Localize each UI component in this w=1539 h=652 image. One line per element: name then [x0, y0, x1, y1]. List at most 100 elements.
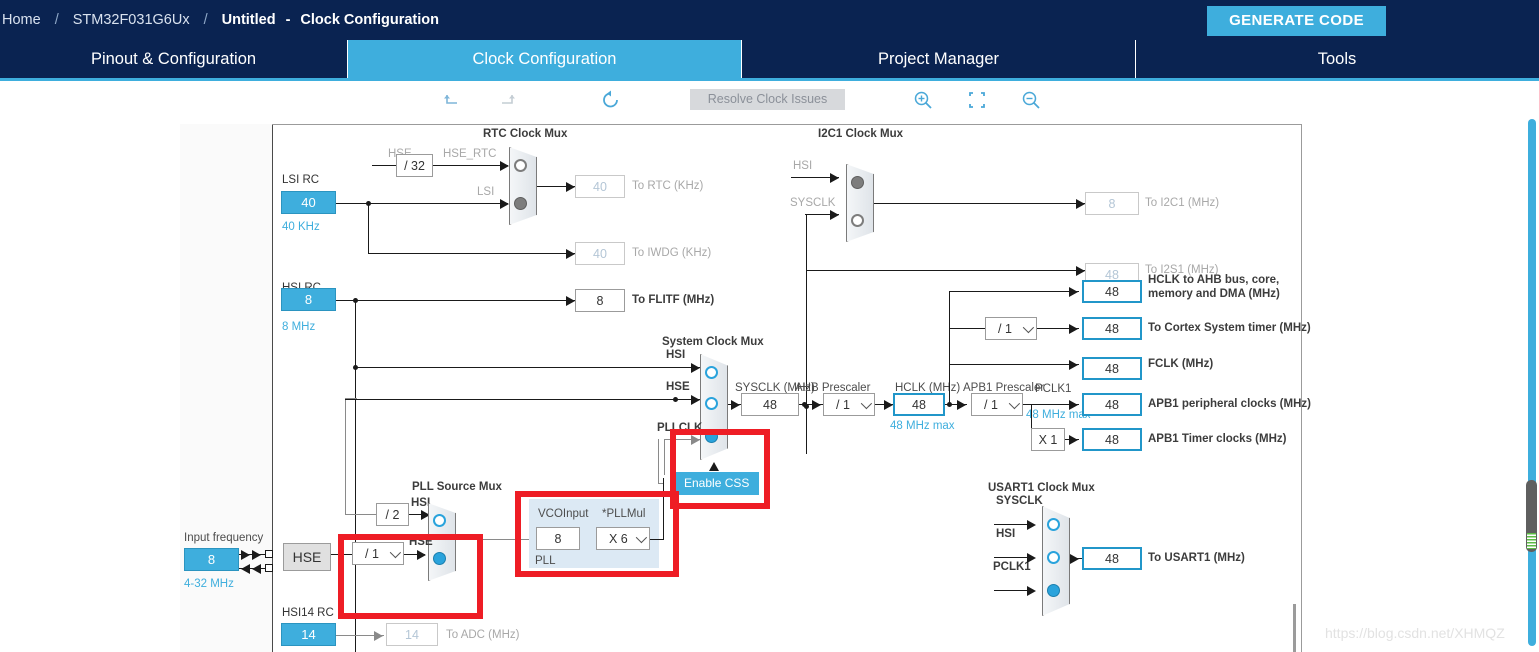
source-value-hsi-rc[interactable]: 8	[281, 288, 336, 311]
arrow	[417, 550, 426, 560]
mux-pll-source-option-hse[interactable]	[433, 552, 446, 565]
breadcrumb-view: Clock Configuration	[300, 12, 439, 28]
clock-box-sysclk[interactable]: 48	[741, 393, 799, 416]
output-box-apb1-timer[interactable]: 48	[1082, 428, 1142, 451]
clock-max-pclk1: 48 MHz max	[1026, 409, 1091, 421]
wire	[664, 439, 665, 475]
arrow	[1070, 554, 1079, 564]
mux-rtc-option-hse-rtc[interactable]	[514, 159, 527, 172]
tab-clock-configuration[interactable]: Clock Configuration	[348, 40, 742, 78]
arrow-up	[709, 462, 719, 471]
output-box-apb1-periph[interactable]: 48	[1082, 393, 1142, 416]
arrow	[500, 199, 509, 209]
breadcrumb-device[interactable]: STM32F031G6Ux	[73, 12, 190, 28]
mux-usart1-option-sysclk[interactable]	[1047, 518, 1060, 531]
mux-system-option-pllclk[interactable]	[705, 430, 718, 443]
output-label-to-flitf: To FLITF (MHz)	[632, 294, 715, 306]
mux-i2c1-option-hsi[interactable]	[851, 176, 864, 189]
output-box-to-flitf[interactable]: 8	[575, 289, 625, 312]
hse-source-box[interactable]: HSE	[283, 543, 331, 571]
wire	[663, 478, 664, 539]
divider-hsi-div2[interactable]: / 2	[376, 503, 409, 526]
generate-code-button[interactable]: GENERATE CODE	[1207, 6, 1386, 36]
output-label-apb1-periph: APB1 peripheral clocks (MHz)	[1148, 398, 1311, 410]
port-square	[265, 550, 273, 558]
mux-system-option-hse[interactable]	[705, 397, 718, 410]
arrow	[830, 173, 839, 183]
pll-pllmul-select[interactable]: X 6	[596, 527, 650, 550]
apb1-prescaler-select[interactable]: / 1	[971, 393, 1023, 416]
signal-label-hsi-pll: HSI	[411, 497, 431, 509]
output-label-cortex-timer: To Cortex System timer (MHz)	[1148, 322, 1311, 334]
breadcrumb-home[interactable]: Home	[2, 12, 41, 28]
pll-vco-input-value[interactable]: 8	[536, 527, 580, 550]
output-label-to-rtc: To RTC (KHz)	[632, 180, 704, 192]
clock-tree-canvas[interactable]: RTC Clock Mux HSE / 32 HSE_RTC 40 To RTC…	[0, 118, 1512, 652]
arrow	[691, 435, 700, 445]
arrow-left	[241, 564, 250, 574]
divider-rtc-div32[interactable]: / 32	[396, 154, 433, 177]
port-square	[265, 564, 273, 572]
scrollbar-thumb[interactable]	[1526, 480, 1537, 552]
reset-circular-arrow-icon[interactable]	[599, 88, 623, 112]
source-value-input-frequency[interactable]: 8	[184, 548, 239, 571]
mux-i2c1-option-sysclk[interactable]	[851, 214, 864, 227]
arrow	[691, 395, 700, 405]
breadcrumb-separator: /	[54, 12, 59, 28]
output-label-fclk: FCLK (MHz)	[1148, 358, 1214, 370]
wire	[336, 203, 508, 204]
source-range-hsi-rc: 8 MHz	[282, 321, 316, 333]
wire	[949, 291, 950, 404]
output-box-to-usart1[interactable]: 48	[1082, 547, 1142, 570]
hse-prescaler-select[interactable]: / 1	[352, 542, 404, 565]
wire	[345, 514, 376, 515]
output-box-fclk[interactable]: 48	[1082, 357, 1142, 380]
breadcrumb-separator-2: /	[203, 12, 208, 28]
output-box-hclk-ahb[interactable]: 48	[1082, 280, 1142, 303]
source-value-hsi14-rc[interactable]: 14	[281, 623, 336, 646]
mux-usart1-option-hsi[interactable]	[1047, 551, 1060, 564]
output-box-cortex-timer[interactable]: 48	[1082, 317, 1142, 340]
wire	[433, 165, 508, 166]
output-box-to-adc[interactable]: 14	[386, 623, 438, 646]
signal-label-hse-rtc: HSE_RTC	[443, 148, 497, 160]
cortex-timer-prescaler-select[interactable]: / 1	[985, 317, 1037, 340]
source-value-lsi-rc[interactable]: 40	[281, 191, 336, 214]
undo-arrow-icon[interactable]	[440, 88, 464, 112]
chevron-down-icon	[631, 528, 649, 549]
scrollbar-track[interactable]	[1528, 119, 1536, 646]
divider-apb1-timer-x1[interactable]: X 1	[1031, 428, 1065, 451]
magnifier-plus-icon[interactable]	[911, 88, 935, 112]
ahb-prescaler-select[interactable]: / 1	[823, 393, 875, 416]
arrow	[1076, 266, 1085, 276]
wire	[372, 165, 396, 166]
source-title-input-frequency: Input frequency	[184, 532, 264, 544]
tab-project-manager[interactable]: Project Manager	[742, 40, 1136, 78]
fit-to-screen-icon[interactable]	[965, 88, 989, 112]
tab-pinout-configuration[interactable]: Pinout & Configuration	[0, 40, 348, 78]
junction-dot	[673, 397, 678, 402]
redo-arrow-icon[interactable]	[495, 88, 519, 112]
tab-tools[interactable]: Tools	[1136, 40, 1538, 78]
resolve-clock-issues-button[interactable]: Resolve Clock Issues	[690, 89, 845, 110]
magnifier-minus-icon[interactable]	[1019, 88, 1043, 112]
output-box-to-i2c1[interactable]: 8	[1085, 192, 1139, 215]
wire	[345, 398, 346, 514]
arrow	[1069, 287, 1078, 297]
source-range-lsi-rc: 40 KHz	[282, 221, 320, 233]
group-label-rtc-clock-mux: RTC Clock Mux	[483, 128, 568, 140]
vertical-scrollbar[interactable]	[1525, 118, 1539, 652]
arrow	[566, 182, 575, 192]
mux-rtc-option-lsi[interactable]	[514, 197, 527, 210]
output-box-to-rtc[interactable]: 40	[575, 175, 625, 198]
mux-pll-source-option-hsi[interactable]	[433, 514, 446, 527]
chevron-down-icon	[1004, 394, 1022, 415]
junction-dot	[802, 402, 807, 407]
mux-usart1-option-pclk1[interactable]	[1047, 584, 1060, 597]
mux-system-option-hsi[interactable]	[705, 366, 718, 379]
wire	[355, 300, 356, 652]
clock-box-hclk[interactable]: 48	[893, 393, 945, 416]
enable-css-button[interactable]: Enable CSS	[674, 472, 760, 495]
arrow	[884, 400, 893, 410]
output-box-to-iwdg[interactable]: 40	[575, 242, 625, 265]
